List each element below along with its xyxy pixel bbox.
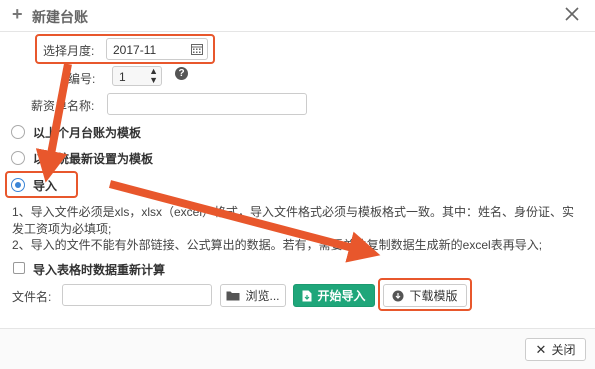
- download-template-label: 下载模版: [409, 289, 458, 303]
- browse-button[interactable]: 浏览...: [220, 284, 286, 307]
- recalc-label: 导入表格时数据重新计算: [33, 263, 166, 277]
- file-name-input[interactable]: [62, 284, 212, 306]
- salary-label: 薪资单名称:: [31, 99, 95, 113]
- plus-icon: +: [12, 4, 23, 24]
- download-circle-icon: [392, 290, 404, 301]
- number-value: 1: [119, 70, 126, 84]
- start-import-label: 开始导入: [317, 289, 366, 303]
- month-value: 2017-11: [113, 43, 157, 57]
- dialog-title: 新建台账: [32, 9, 88, 25]
- stepper-arrows-icon[interactable]: ▲ ▼: [149, 67, 158, 85]
- option-last-month-label: 以上个月台账为模板: [33, 126, 142, 140]
- file-import-icon: [302, 290, 312, 301]
- calendar-icon[interactable]: [191, 43, 203, 55]
- radio-latest-settings[interactable]: [11, 151, 25, 165]
- recalc-checkbox[interactable]: [13, 262, 25, 274]
- number-stepper[interactable]: 1 ▲ ▼: [112, 66, 162, 86]
- note-line-1: 1、导入文件必须是xls，xlsx（excel）格式，导入文件格式必须与模板格式…: [12, 205, 575, 219]
- note-line-2: 发工资项为必填项;: [12, 222, 112, 236]
- month-label: 选择月度:: [43, 44, 95, 58]
- download-template-button[interactable]: 下载模版: [383, 284, 467, 307]
- number-label: 编号:: [68, 72, 96, 86]
- dialog-header: + 新建台账: [0, 0, 595, 32]
- help-icon[interactable]: ?: [175, 67, 188, 80]
- file-name-label: 文件名:: [12, 290, 52, 304]
- close-button-icon: ✕: [535, 341, 547, 357]
- salary-name-input[interactable]: [107, 93, 307, 115]
- close-button-label: 关闭: [551, 343, 576, 357]
- folder-icon: [226, 291, 240, 301]
- radio-last-month[interactable]: [11, 125, 25, 139]
- month-input[interactable]: 2017-11: [106, 38, 208, 60]
- option-latest-settings-label: 以系统最新设置为模板: [33, 152, 154, 166]
- start-import-button[interactable]: 开始导入: [293, 284, 375, 307]
- dialog-footer: ✕ 关闭: [0, 328, 595, 369]
- close-icon[interactable]: [560, 2, 584, 26]
- browse-label: 浏览...: [245, 289, 280, 303]
- option-import-label: 导入: [33, 179, 58, 193]
- close-button[interactable]: ✕ 关闭: [525, 338, 586, 361]
- note-line-3: 2、导入的文件不能有外部链接、公式算出的数据。若有，需要单独复制数据生成新的ex…: [12, 238, 543, 252]
- radio-import[interactable]: [11, 178, 25, 192]
